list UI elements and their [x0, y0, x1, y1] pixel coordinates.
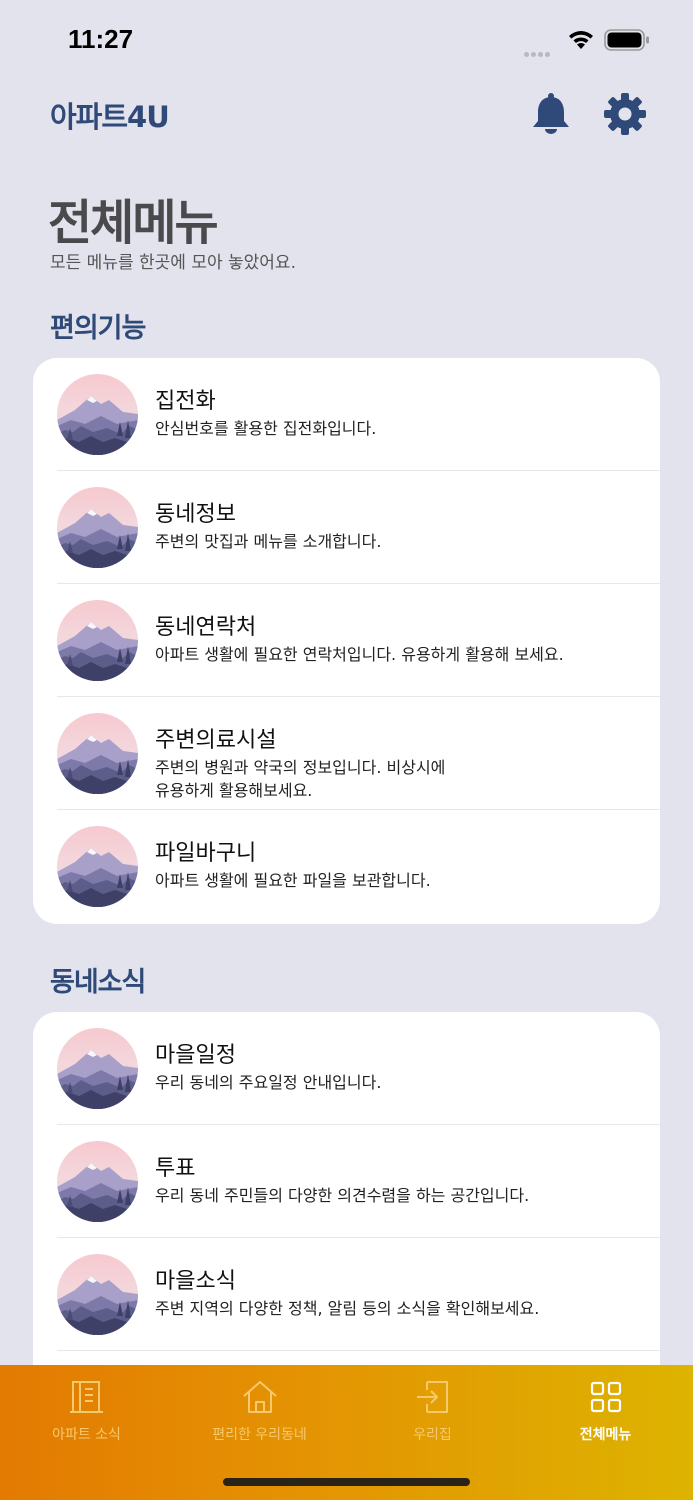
mountain-thumbnail-icon	[57, 374, 138, 455]
menu-item-neighborhood-info[interactable]: 동네정보 주변의 맛집과 메뉴를 소개합니다.	[33, 471, 660, 584]
building-icon	[69, 1379, 105, 1419]
mountain-thumbnail-icon	[57, 1141, 138, 1222]
tab-my-home[interactable]: 우리집	[346, 1365, 519, 1465]
grid-icon	[588, 1379, 624, 1419]
home-indicator	[223, 1478, 470, 1486]
menu-item-title: 동네정보	[155, 502, 236, 527]
tab-label: 전체메뉴	[579, 1427, 632, 1443]
menu-item-home-phone[interactable]: 집전화 안심번호를 활용한 집전화입니다.	[33, 358, 660, 471]
menu-item-title: 집전화	[155, 389, 216, 414]
battery-icon	[604, 29, 650, 55]
page-subtitle: 모든 메뉴를 한곳에 모아 놓았어요.	[50, 253, 296, 273]
app-header: 아파트4U	[0, 84, 693, 144]
menu-item-vote[interactable]: 투표 우리 동네 주민들의 다양한 의견수렴을 하는 공간입니다.	[33, 1125, 660, 1238]
section-title-neighborhood-news: 동네소식	[50, 967, 146, 998]
cellular-signal-icon	[524, 42, 552, 61]
settings-button[interactable]	[603, 92, 647, 136]
menu-item-file-basket[interactable]: 파일바구니 아파트 생활에 필요한 파일을 보관합니다.	[33, 810, 660, 923]
tab-convenient-neighborhood[interactable]: 편리한 우리동네	[173, 1365, 346, 1465]
tab-label: 편리한 우리동네	[212, 1427, 307, 1443]
menu-item-title: 마을소식	[155, 1269, 236, 1294]
menu-item-desc: 아파트 생활에 필요한 파일을 보관합니다.	[155, 871, 431, 890]
mountain-thumbnail-icon	[57, 1028, 138, 1109]
status-time: 11:27	[68, 24, 134, 54]
menu-item-village-news[interactable]: 마을소식 주변 지역의 다양한 정책, 알림 등의 소식을 확인해보세요.	[33, 1238, 660, 1351]
status-bar: 11:27	[0, 0, 693, 80]
menu-item-desc: 주변 지역의 다양한 정책, 알림 등의 소식을 확인해보세요.	[155, 1299, 540, 1318]
bell-icon	[533, 93, 569, 134]
menu-item-title: 파일바구니	[155, 841, 257, 866]
menu-item-desc: 주변의 병원과 약국의 정보입니다. 비상시에 유용하게 활용해보세요.	[155, 758, 446, 800]
home-icon	[242, 1379, 278, 1419]
app-logo: 아파트4U	[50, 100, 170, 134]
menu-item-title: 주변의료시설	[155, 728, 277, 753]
tab-full-menu[interactable]: 전체메뉴	[519, 1365, 692, 1465]
menu-item-title: 동네연락처	[155, 615, 257, 640]
tab-apartment-news[interactable]: 아파트 소식	[0, 1365, 173, 1465]
page-title: 전체메뉴	[48, 195, 219, 251]
section-title-convenience: 편의기능	[50, 313, 146, 344]
wifi-icon	[566, 28, 596, 54]
menu-item-village-schedule[interactable]: 마을일정 우리 동네의 주요일정 안내입니다.	[33, 1012, 660, 1125]
menu-item-title: 투표	[155, 1156, 196, 1181]
menu-item-desc: 아파트 생활에 필요한 연락처입니다. 유용하게 활용해 보세요.	[155, 645, 564, 664]
mountain-thumbnail-icon	[57, 826, 138, 907]
divider	[57, 1350, 660, 1351]
mountain-thumbnail-icon	[57, 1254, 138, 1335]
menu-item-desc: 우리 동네 주민들의 다양한 의견수렴을 하는 공간입니다.	[155, 1186, 530, 1205]
menu-item-title: 마을일정	[155, 1043, 236, 1068]
tab-label: 아파트 소식	[52, 1427, 121, 1443]
mountain-thumbnail-icon	[57, 713, 138, 794]
mountain-thumbnail-icon	[57, 487, 138, 568]
gear-icon	[604, 93, 646, 135]
menu-item-desc: 주변의 맛집과 메뉴를 소개합니다.	[155, 532, 382, 551]
mountain-thumbnail-icon	[57, 600, 138, 681]
menu-item-medical-facilities[interactable]: 주변의료시설 주변의 병원과 약국의 정보입니다. 비상시에 유용하게 활용해보…	[33, 697, 660, 810]
notification-button[interactable]	[531, 92, 571, 134]
login-door-icon	[415, 1379, 451, 1419]
tab-label: 우리집	[413, 1427, 452, 1443]
convenience-menu-card: 집전화 안심번호를 활용한 집전화입니다. 동네정보 주변의 맛집과 메뉴를 소…	[33, 358, 660, 924]
menu-item-neighborhood-contacts[interactable]: 동네연락처 아파트 생활에 필요한 연락처입니다. 유용하게 활용해 보세요.	[33, 584, 660, 697]
menu-item-desc: 우리 동네의 주요일정 안내입니다.	[155, 1073, 382, 1092]
menu-item-desc: 안심번호를 활용한 집전화입니다.	[155, 419, 377, 438]
